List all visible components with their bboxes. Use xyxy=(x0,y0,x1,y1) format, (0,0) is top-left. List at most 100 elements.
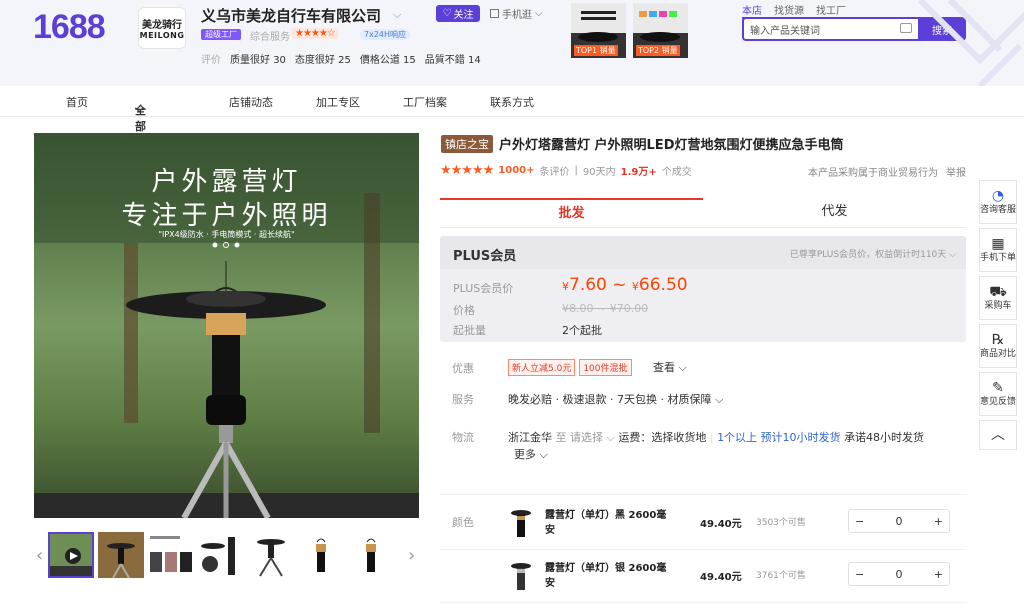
qr-icon: ▦ xyxy=(991,235,1005,252)
nav-shop-news[interactable]: 店铺动态 xyxy=(229,94,273,110)
sold-label: 个成交 xyxy=(661,167,692,178)
plus-price-panel: PLUS会员 已尊享PLUS会员价，权益倒计时110天 ⌵ PLUS会员价 ¥7… xyxy=(440,236,966,342)
shop-header: 1688 美龙骑行 MEILONG 义乌市美龙自行车有限公司 ⌵ ♡ 关注 手机逛… xyxy=(0,0,1024,86)
thumbnail-6[interactable] xyxy=(298,532,344,578)
tripod-thumb-image xyxy=(248,532,294,578)
search-placeholder: 输入产品关键词 xyxy=(750,25,820,37)
edit-icon: ✎ xyxy=(992,379,1004,396)
coupon-newcomer[interactable]: 新人立减5.0元 xyxy=(508,359,576,376)
plus-price-label: PLUS会员价 xyxy=(453,282,514,295)
super-factory-badge: 超级工厂 xyxy=(201,29,241,40)
lamp-thumb-image xyxy=(98,532,144,578)
quantity-stepper: − 0 + xyxy=(848,509,950,533)
product-title: 户外灯塔露营灯 户外照明LED灯营地氛围灯便携应急手电筒 xyxy=(499,138,844,153)
rating-goods: 品質不錯 14 xyxy=(424,55,481,66)
thumbnail-4[interactable] xyxy=(198,532,244,578)
sidebar-customer-service[interactable]: ◔ 咨询客服 xyxy=(979,180,1017,224)
plus-expire-note[interactable]: 已尊享PLUS会员价，权益倒计时110天 ⌵ xyxy=(790,247,956,260)
chevron-down-icon: ⌵ xyxy=(949,250,956,260)
trade-policy-note: 本产品采购属于商业贸易行为 xyxy=(808,168,938,179)
plus-title: PLUS会员 xyxy=(453,249,517,264)
coupon-mixed-batch[interactable]: 100件混批 xyxy=(579,359,632,376)
nav-home[interactable]: 首页 xyxy=(66,94,88,110)
rating-stars: ★★★★★ xyxy=(440,163,494,178)
main-product-image[interactable]: 户外露营灯 专注于户外照明 "IPX4级防水 · 手电筒模式 · 超长续航" xyxy=(34,133,419,518)
sku-name: 露营灯（单灯）银 2600毫安 xyxy=(545,563,667,589)
shop-logo[interactable]: 美龙骑行 MEILONG xyxy=(138,7,186,49)
minus-button[interactable]: − xyxy=(855,568,864,581)
plus-button[interactable]: + xyxy=(934,568,943,581)
sidebar-label: 意见反馈 xyxy=(980,396,1017,407)
quantity-value[interactable]: 0 xyxy=(896,515,903,528)
site-logo[interactable]: 1688 xyxy=(33,8,106,47)
mobile-shop-label: 手机逛 xyxy=(502,10,532,21)
logistics-label: 物流 xyxy=(452,431,474,444)
chevron-up-icon: ︿ xyxy=(991,426,1005,443)
review-label: 条评价 xyxy=(539,167,570,178)
ship-time-link[interactable]: 1个以上 预计10小时发货 xyxy=(717,431,841,444)
rating-quality: 质量很好 30 xyxy=(230,55,286,66)
destination-select[interactable]: 请选择 ⌵ xyxy=(570,431,615,444)
shop-nav: 首页 全部商品 ⌵ 店铺动态 加工专区 工厂档案 联系方式 xyxy=(0,86,1024,165)
service-stars: ★★★★☆ xyxy=(292,28,338,39)
nav-factory-profile[interactable]: 工厂档案 xyxy=(403,94,447,110)
thumbnail-video[interactable] xyxy=(48,532,94,578)
follow-button[interactable]: ♡ 关注 xyxy=(436,5,480,22)
thumbnail-strip xyxy=(34,532,419,580)
nav-processing[interactable]: 加工专区 xyxy=(316,94,360,110)
sku-price: 49.40元 xyxy=(700,519,742,530)
sidebar-cart[interactable]: ⛟ 采购车 xyxy=(979,276,1017,320)
service-label: 服务 xyxy=(452,393,474,406)
image-headline-1: 户外露营灯 xyxy=(151,167,302,197)
product-rating-row: ★★★★★ 1000+ 条评价 | 90天内 1.9万+ 个成交 xyxy=(440,163,692,178)
floating-sidebar: ◔ 咨询客服 ▦ 手机下单 ⛟ 采购车 ℞ 商品对比 ✎ 意见反馈 ︿ xyxy=(979,180,1017,454)
chevron-down-icon: ⌵ xyxy=(535,8,543,19)
more-logistics-link[interactable]: 更多 ⌵ xyxy=(514,446,548,462)
nav-contact[interactable]: 联系方式 xyxy=(490,94,534,110)
hot-product-banner-1[interactable]: TOP1 销量 xyxy=(571,3,626,58)
tab-dropship[interactable]: 代发 xyxy=(703,198,966,228)
sidebar-mobile-order[interactable]: ▦ 手机下单 xyxy=(979,228,1017,272)
hot-product-banner-2[interactable]: TOP2 销量 xyxy=(633,3,688,58)
chevron-down-icon[interactable]: ⌵ xyxy=(393,8,401,22)
view-coupons-link[interactable]: 查看 ⌵ xyxy=(653,361,687,374)
sidebar-compare[interactable]: ℞ 商品对比 xyxy=(979,324,1017,368)
service-value[interactable]: 晚发必赔 · 极速退款 · 7天包换 · 材质保障 ⌵ xyxy=(508,391,723,407)
sidebar-label: 采购车 xyxy=(984,300,1012,311)
modes-thumb-image xyxy=(148,532,194,578)
plus-button[interactable]: + xyxy=(934,515,943,528)
thumbnail-5[interactable] xyxy=(248,532,294,578)
quantity-value[interactable]: 0 xyxy=(896,568,903,581)
sku-stock: 3761个可售 xyxy=(756,571,806,581)
mobile-shop-button[interactable]: 手机逛 ⌵ xyxy=(490,6,543,21)
shop-logo-cn: 美龙骑行 xyxy=(142,20,182,31)
back-to-top-button[interactable]: ︿ xyxy=(979,420,1017,450)
moq-value: 2个起批 xyxy=(562,324,602,337)
sidebar-feedback[interactable]: ✎ 意见反馈 xyxy=(979,372,1017,416)
thumbnail-7[interactable] xyxy=(348,532,394,578)
rating-price: 價格公道 15 xyxy=(359,55,416,66)
thumbnail-3[interactable] xyxy=(148,532,194,578)
divider: | xyxy=(574,165,578,176)
image-headline-2: 专注于户外照明 xyxy=(121,201,332,231)
tab-wholesale[interactable]: 批发 xyxy=(440,198,703,228)
quantity-stepper: − 0 + xyxy=(848,562,950,586)
report-link[interactable]: 举报 xyxy=(946,164,966,179)
thumbnail-2[interactable] xyxy=(98,532,144,578)
follow-label: 关注 xyxy=(453,10,474,21)
to-label: 至 xyxy=(555,431,567,444)
minus-button[interactable]: − xyxy=(855,515,864,528)
review-count[interactable]: 1000+ xyxy=(498,165,534,176)
shop-logo-en: MEILONG xyxy=(139,31,185,40)
freight-text: 运费：选择收货地 xyxy=(618,431,707,444)
sku-thumb-silver xyxy=(511,563,531,590)
sidebar-label: 手机下单 xyxy=(980,252,1017,263)
discount-label: 优惠 xyxy=(452,362,474,375)
qr-icon xyxy=(490,9,499,18)
sku-row: 露营灯（单灯）银 2600毫安 49.40元 3761个可售 − 0 + xyxy=(440,553,966,603)
top1-tag: TOP1 销量 xyxy=(574,45,618,56)
service-label: 综合服务 xyxy=(250,32,290,43)
sidebar-label: 咨询客服 xyxy=(980,204,1017,215)
shop-name[interactable]: 义乌市美龙自行车有限公司 xyxy=(201,5,381,26)
image-subtitle: "IPX4级防水 · 手电筒模式 · 超长续航" xyxy=(158,230,295,239)
